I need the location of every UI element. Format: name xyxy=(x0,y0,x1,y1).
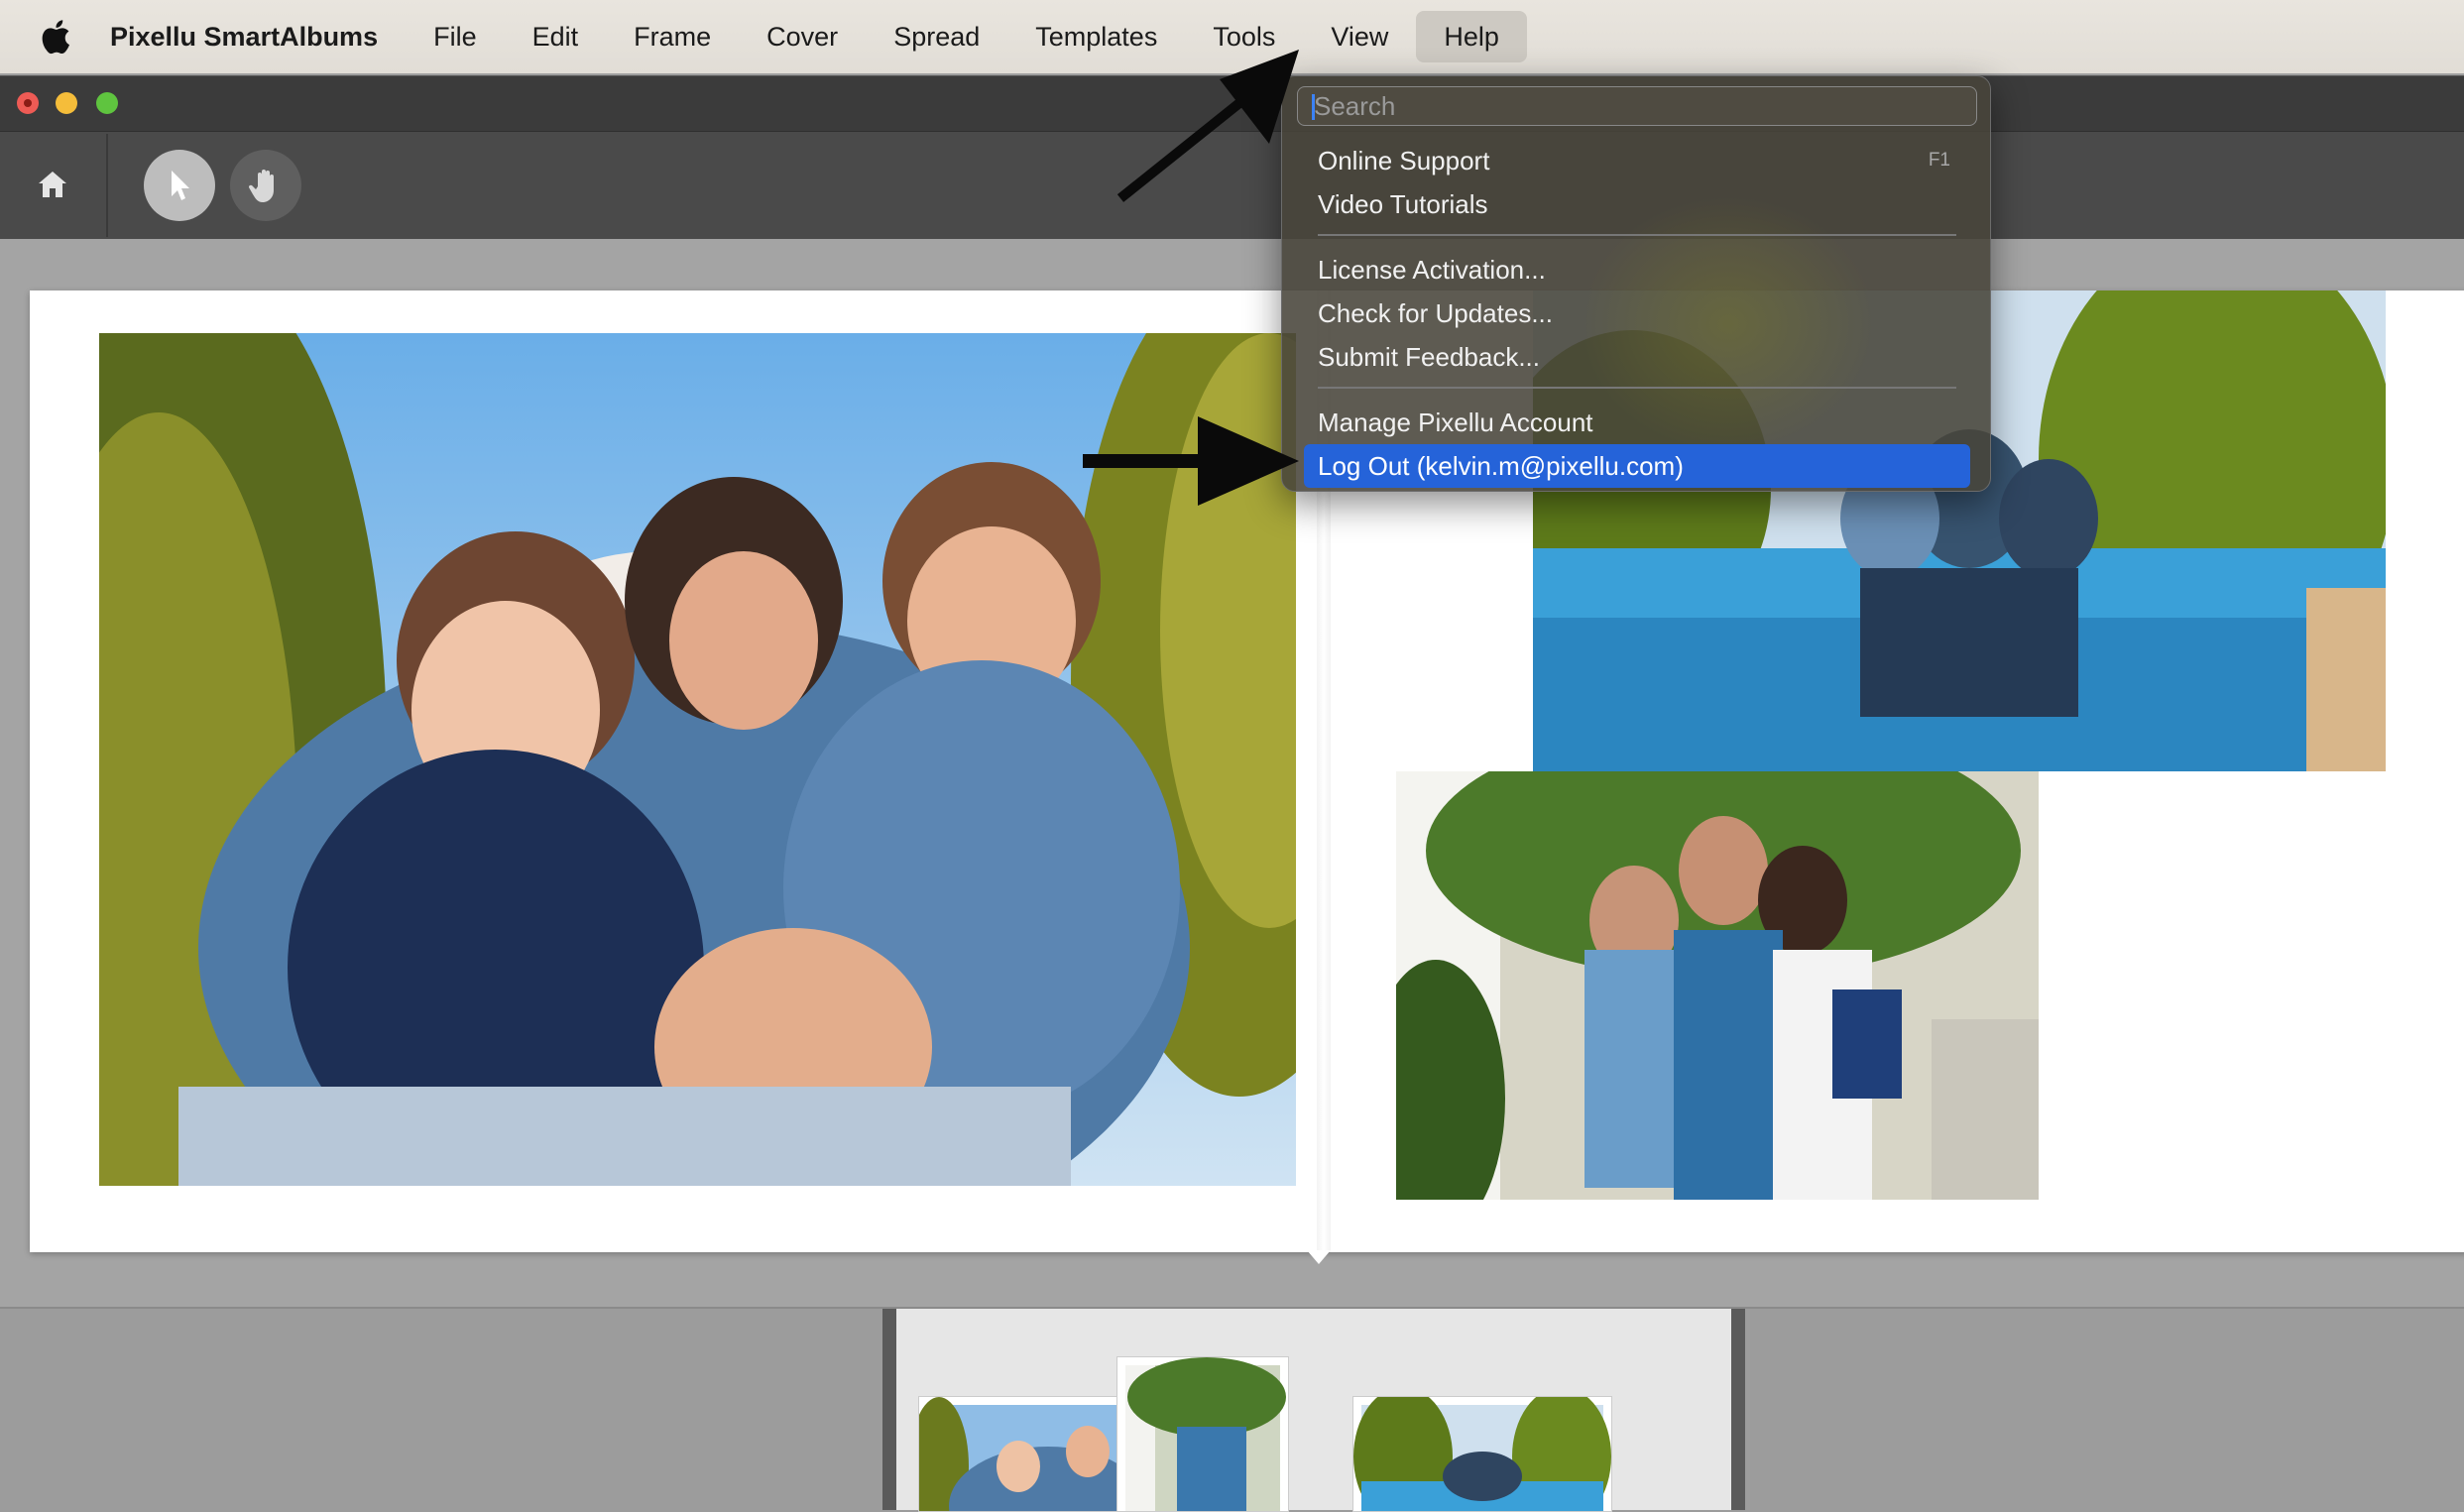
gutter-marker-icon xyxy=(1307,1250,1331,1264)
menu-item-video-tutorials[interactable]: Video Tutorials xyxy=(1304,182,1970,226)
hand-pan-icon[interactable] xyxy=(230,150,301,221)
select-arrow-icon[interactable] xyxy=(144,150,215,221)
minimize-window-button[interactable] xyxy=(56,92,77,114)
menu-item-check-updates[interactable]: Check for Updates... xyxy=(1304,291,1970,335)
menu-spread[interactable]: Spread xyxy=(866,11,1007,62)
close-window-button[interactable] xyxy=(17,92,39,114)
menu-item-submit-feedback[interactable]: Submit Feedback... xyxy=(1304,335,1970,379)
annotation-arrow-icon xyxy=(1116,50,1299,202)
menu-frame[interactable]: Frame xyxy=(606,11,739,62)
menu-edit[interactable]: Edit xyxy=(505,11,607,62)
menu-app-name[interactable]: Pixellu SmartAlbums xyxy=(110,11,406,62)
zoom-window-button[interactable] xyxy=(96,92,118,114)
menu-item-log-out[interactable]: Log Out (kelvin.m@pixellu.com) xyxy=(1304,444,1970,488)
spread-thumbnail[interactable] xyxy=(1352,1396,1612,1512)
menu-item-online-support[interactable]: Online Support F1 xyxy=(1304,139,1970,182)
album-workspace xyxy=(0,239,2464,1307)
menu-help[interactable]: Help xyxy=(1416,11,1527,62)
menu-cover[interactable]: Cover xyxy=(739,11,866,62)
help-search-input[interactable]: Search xyxy=(1297,86,1977,126)
photo-family-standing[interactable] xyxy=(1396,771,2039,1200)
shortcut-label: F1 xyxy=(1928,150,1950,171)
menu-item-label: Online Support xyxy=(1318,146,1490,175)
menu-view[interactable]: View xyxy=(1303,11,1416,62)
toolbar-divider xyxy=(106,134,108,237)
menu-item-license-activation[interactable]: License Activation... xyxy=(1304,248,1970,291)
menu-separator xyxy=(1318,387,1956,389)
help-menu-dropdown: Search Online Support F1 Video Tutorials… xyxy=(1281,75,1991,492)
annotation-arrow-icon xyxy=(1083,416,1299,506)
spread-filmstrip xyxy=(882,1309,1745,1512)
apple-icon[interactable] xyxy=(30,19,81,55)
home-icon[interactable] xyxy=(30,162,75,207)
menu-file[interactable]: File xyxy=(406,11,505,62)
spread-thumbnail[interactable] xyxy=(1116,1356,1289,1512)
menu-separator xyxy=(1318,234,1956,236)
menu-item-manage-account[interactable]: Manage Pixellu Account xyxy=(1304,401,1970,444)
